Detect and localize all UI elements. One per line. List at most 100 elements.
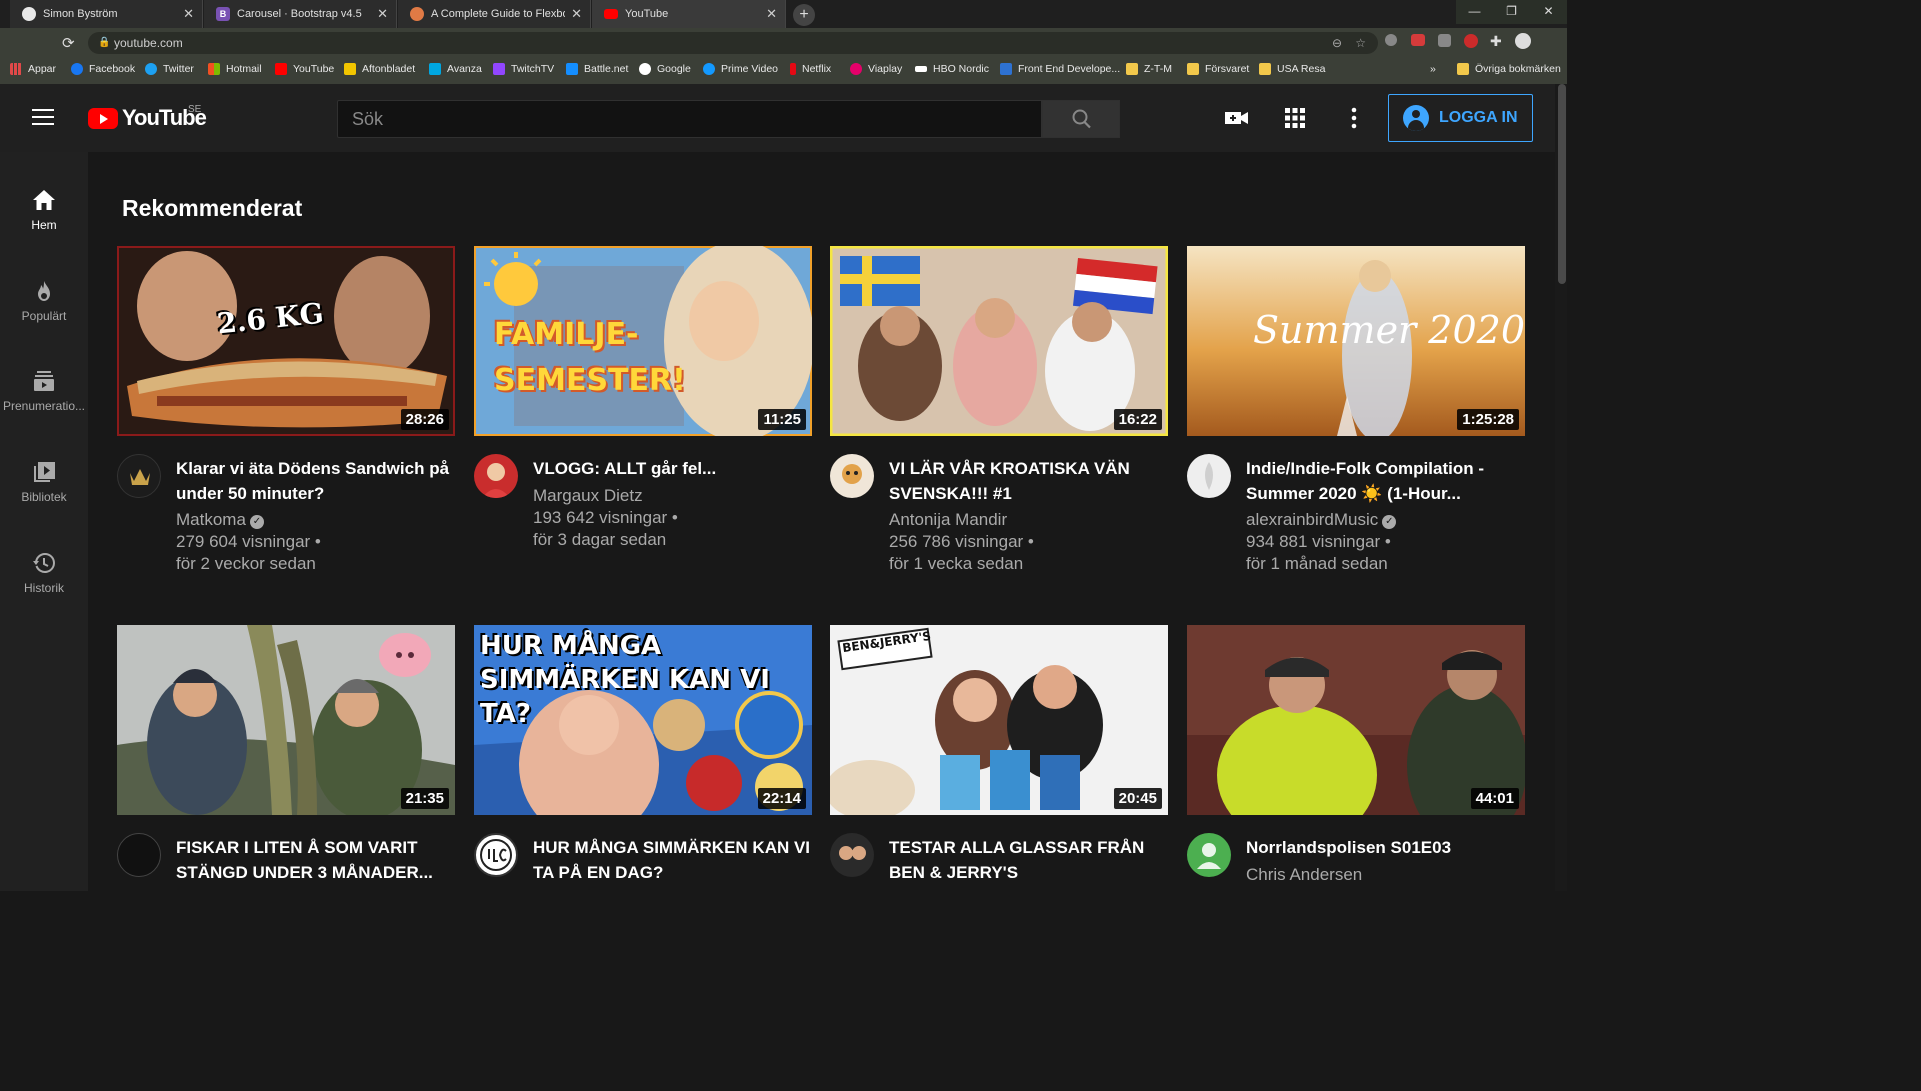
bookmark-youtube[interactable]: YouTube: [275, 63, 334, 75]
channel-avatar[interactable]: [1187, 454, 1231, 498]
channel-avatar[interactable]: [117, 833, 161, 877]
bookmark-folder-usa-resa[interactable]: USA Resa: [1259, 63, 1325, 75]
guide-item-trending[interactable]: Populärt: [0, 265, 88, 339]
zoom-icon[interactable]: ⊖: [1332, 32, 1342, 54]
create-video-icon[interactable]: [1224, 108, 1250, 128]
close-icon[interactable]: ✕: [377, 6, 388, 22]
video-thumbnail[interactable]: BEN&JERRY'S 20:45: [830, 625, 1168, 815]
video-card[interactable]: FAMILJE-SEMESTER! 11:25 VLOGG: ALLT går …: [474, 246, 812, 584]
video-title[interactable]: FISKAR I LITEN Å SOM VARIT STÄNGD UNDER …: [176, 835, 466, 885]
star-icon[interactable]: ☆: [1355, 32, 1366, 54]
video-card[interactable]: 44:01 Norrlandspolisen S01E03 Chris Ande…: [1187, 625, 1525, 891]
guide-item-subscriptions[interactable]: Prenumeratio...: [0, 355, 88, 429]
video-thumbnail[interactable]: 16:22: [830, 246, 1168, 436]
video-thumbnail[interactable]: HUR MÅNGA SIMMÄRKEN KAN VI TA? 22:14: [474, 625, 812, 815]
close-icon[interactable]: ✕: [183, 6, 194, 22]
bookmark-folder-ztm[interactable]: Z-T-M: [1126, 63, 1172, 75]
bookmark-front-end[interactable]: Front End Develope...: [1000, 63, 1120, 75]
bookmark-hbo-nordic[interactable]: HBO Nordic: [915, 63, 989, 75]
minimize-button[interactable]: —: [1456, 0, 1493, 24]
youtube-logo[interactable]: YouTube SE: [88, 104, 207, 131]
video-card[interactable]: 2.6 KG 28:26 Klarar vi äta Dödens Sandwi…: [117, 246, 455, 584]
channel-avatar[interactable]: [474, 454, 518, 498]
video-thumbnail[interactable]: 21:35: [117, 625, 455, 815]
close-icon[interactable]: ✕: [766, 6, 777, 22]
scrollbar-thumb[interactable]: [1558, 84, 1566, 284]
tab-youtube[interactable]: YouTube ✕: [592, 0, 786, 28]
new-tab-button[interactable]: +: [793, 4, 815, 26]
video-thumbnail[interactable]: Summer 2020 1:25:28: [1187, 246, 1525, 436]
guide-item-library[interactable]: Bibliotek: [0, 446, 88, 520]
channel-name[interactable]: Chris Andersen: [1246, 864, 1362, 886]
bookmark-twitchtv[interactable]: TwitchTV: [493, 63, 554, 75]
bookmark-netflix[interactable]: Netflix: [790, 63, 831, 75]
lock-icon[interactable]: 🔒: [98, 32, 110, 54]
channel-name[interactable]: alexrainbirdMusic ✓: [1246, 509, 1397, 531]
bookmark-battlenet[interactable]: Battle.net: [566, 63, 628, 75]
close-icon[interactable]: ✕: [571, 6, 582, 22]
extension-mail-icon[interactable]: [1411, 34, 1425, 46]
video-title[interactable]: VLOGG: ALLT går fel...: [533, 456, 823, 481]
bookmark-avanza[interactable]: Avanza: [429, 63, 482, 75]
channel-name[interactable]: Margaux Dietz: [533, 485, 643, 507]
scrollbar[interactable]: [1555, 84, 1567, 891]
video-title[interactable]: VI LÄR VÅR KROATISKA VÄN SVENSKA!!! #1: [889, 456, 1179, 506]
search-input[interactable]: Sök: [337, 100, 1042, 138]
window-close-button[interactable]: ✕: [1530, 0, 1567, 24]
bookmark-aftonbladet[interactable]: Aftonbladet: [344, 63, 415, 75]
bookmark-prime-video[interactable]: Prime Video: [703, 63, 778, 75]
channel-name[interactable]: Matkoma ✓: [176, 509, 264, 531]
guide-item-history[interactable]: Historik: [0, 537, 88, 611]
channel-avatar[interactable]: [830, 454, 874, 498]
apps-grid-icon[interactable]: [1284, 107, 1306, 129]
extension-shield-icon[interactable]: [1385, 34, 1397, 46]
channel-avatar[interactable]: [117, 454, 161, 498]
video-details: FISKAR I LITEN Å SOM VARIT STÄNGD UNDER …: [117, 833, 455, 891]
history-icon: [33, 553, 55, 573]
bookmark-hotmail[interactable]: Hotmail: [208, 63, 262, 75]
address-bar[interactable]: 🔒 youtube.com ⊖ ☆: [88, 32, 1378, 54]
video-title[interactable]: Indie/Indie-Folk Compilation - Summer 20…: [1246, 456, 1536, 506]
tab-strip: Simon Byström ✕ B Carousel · Bootstrap v…: [0, 0, 1567, 28]
bookmark-google[interactable]: Google: [639, 63, 691, 75]
video-title[interactable]: Klarar vi äta Dödens Sandwich på under 5…: [176, 456, 466, 506]
search-button[interactable]: [1042, 100, 1120, 138]
publish-age: för 2 veckor sedan: [176, 554, 316, 573]
tab-bootstrap[interactable]: B Carousel · Bootstrap v4.5 ✕: [204, 0, 397, 28]
bookmark-twitter[interactable]: Twitter: [145, 63, 194, 75]
settings-more-icon[interactable]: [1346, 107, 1362, 129]
video-card[interactable]: 16:22 VI LÄR VÅR KROATISKA VÄN SVENSKA!!…: [830, 246, 1168, 584]
extensions-puzzle-icon[interactable]: ✚: [1490, 33, 1502, 50]
tab-simon-bystrom[interactable]: Simon Byström ✕: [10, 0, 203, 28]
video-card[interactable]: HUR MÅNGA SIMMÄRKEN KAN VI TA? 22:14 HUR…: [474, 625, 812, 891]
channel-avatar[interactable]: [474, 833, 518, 877]
video-title[interactable]: Norrlandspolisen S01E03: [1246, 835, 1536, 860]
video-title[interactable]: HUR MÅNGA SIMMÄRKEN KAN VI TA PÅ EN DAG?: [533, 835, 823, 885]
profile-icon[interactable]: [1515, 33, 1531, 49]
bookmark-folder-forsvaret[interactable]: Försvaret: [1187, 63, 1249, 75]
restore-button[interactable]: ❐: [1493, 0, 1530, 24]
tab-flexbox-guide[interactable]: A Complete Guide to Flexbox | C ✕: [398, 0, 591, 28]
channel-name[interactable]: Antonija Mandir: [889, 509, 1007, 531]
bookmarks-overflow-button[interactable]: »: [1430, 63, 1436, 75]
channel-avatar[interactable]: [1187, 833, 1231, 877]
google-icon: [639, 63, 651, 75]
reload-icon[interactable]: ⟳: [62, 34, 75, 52]
guide-item-home[interactable]: Hem: [0, 174, 88, 248]
bookmark-other-bookmarks[interactable]: Övriga bokmärken: [1457, 63, 1561, 75]
menu-icon[interactable]: [32, 109, 54, 127]
video-card[interactable]: Summer 2020 1:25:28 Indie/Indie-Folk Com…: [1187, 246, 1525, 584]
video-card[interactable]: BEN&JERRY'S 20:45 TESTAR ALLA GLASSAR FR…: [830, 625, 1168, 891]
channel-avatar[interactable]: [830, 833, 874, 877]
video-thumbnail[interactable]: FAMILJE-SEMESTER! 11:25: [474, 246, 812, 436]
bookmark-viaplay[interactable]: Viaplay: [850, 63, 902, 75]
sign-in-button[interactable]: LOGGA IN: [1388, 94, 1533, 142]
video-thumbnail[interactable]: 44:01: [1187, 625, 1525, 815]
bookmark-facebook[interactable]: Facebook: [71, 63, 135, 75]
bookmark-appar[interactable]: Appar: [10, 63, 56, 75]
extension-reader-icon[interactable]: [1438, 34, 1451, 47]
video-title[interactable]: TESTAR ALLA GLASSAR FRÅN BEN & JERRY'S: [889, 835, 1179, 885]
video-thumbnail[interactable]: 2.6 KG 28:26: [117, 246, 455, 436]
extension-lastpass-icon[interactable]: [1464, 34, 1478, 48]
video-card[interactable]: 21:35 FISKAR I LITEN Å SOM VARIT STÄNGD …: [117, 625, 455, 891]
